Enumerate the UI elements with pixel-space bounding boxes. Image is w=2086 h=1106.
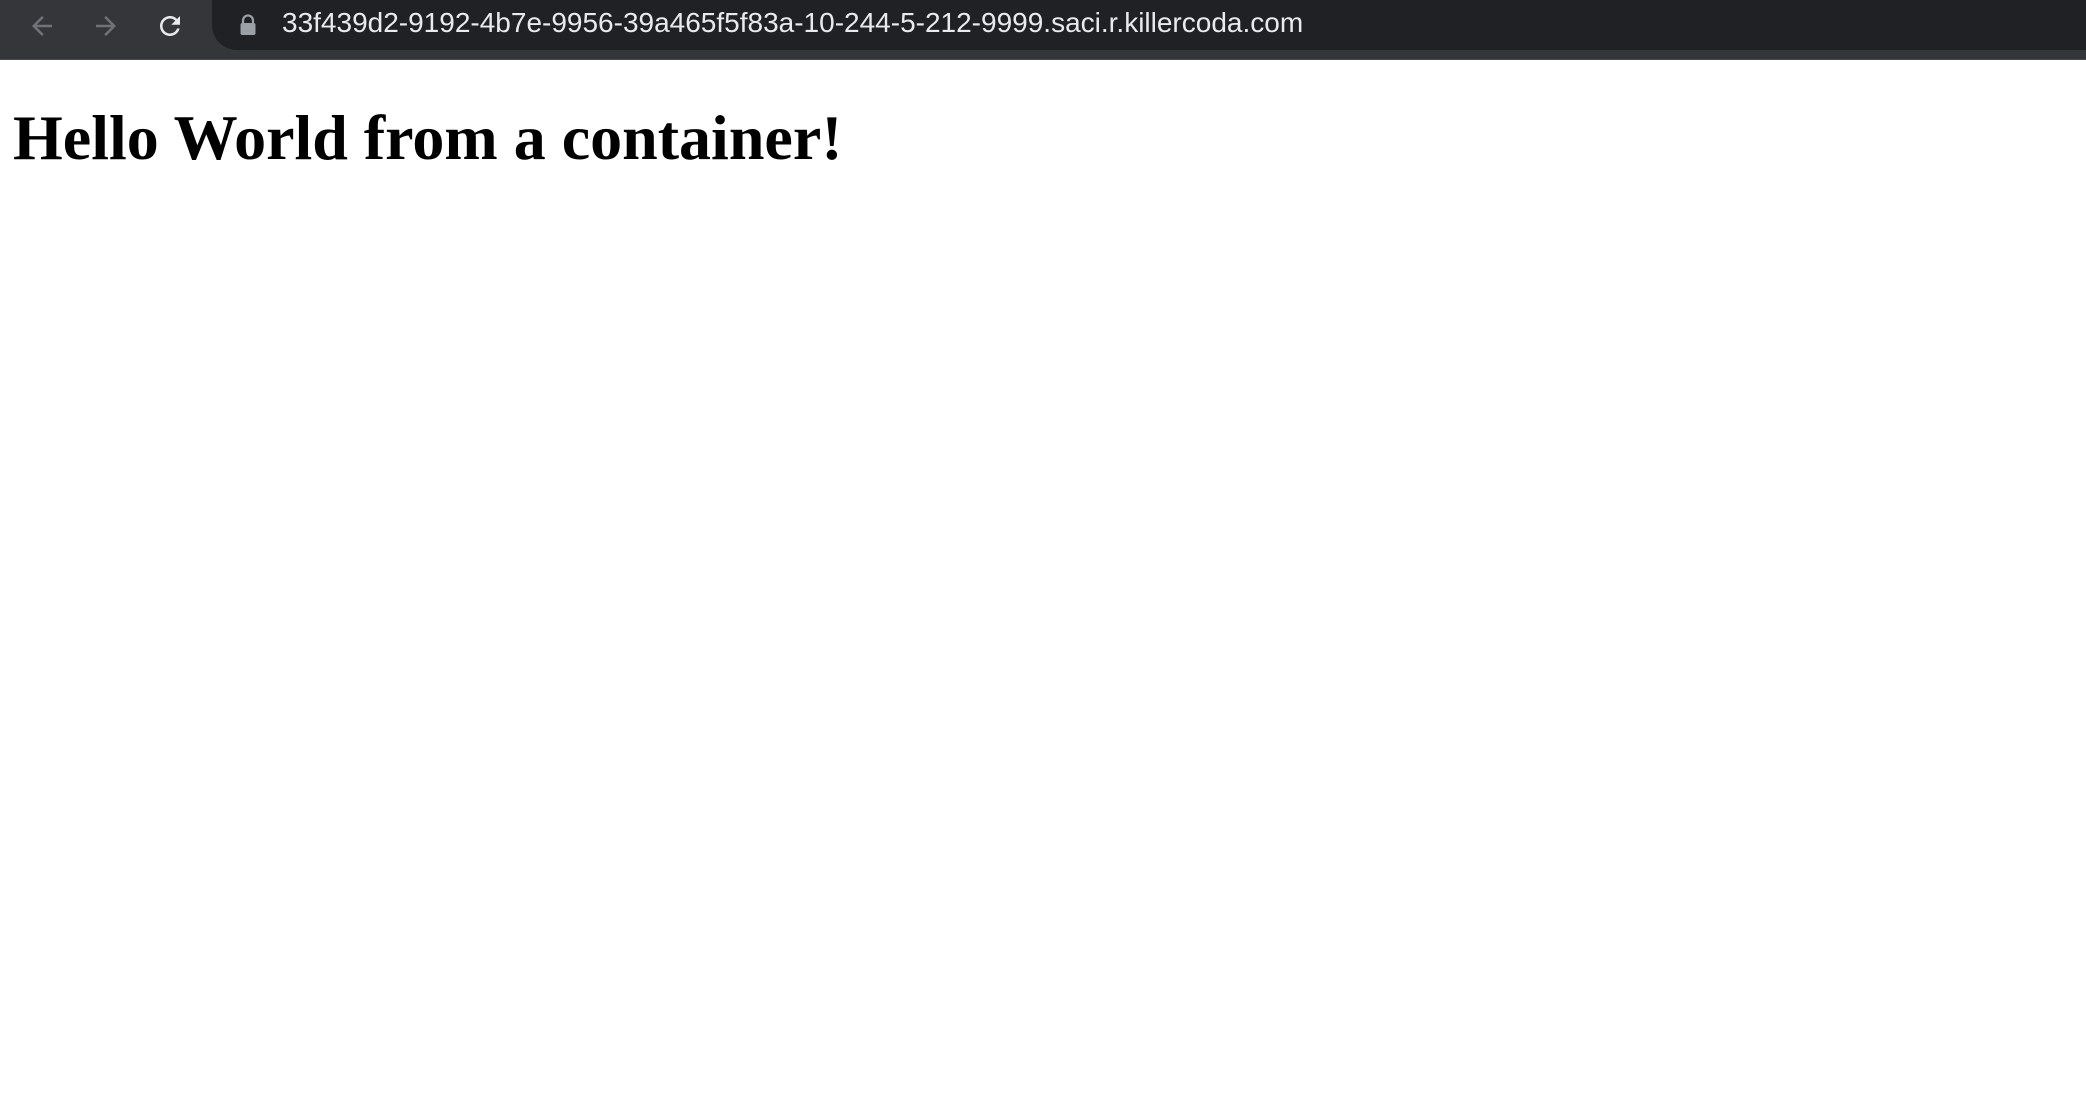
back-button[interactable] — [20, 4, 64, 48]
arrow-right-icon — [96, 16, 116, 36]
reload-icon — [160, 15, 180, 36]
forward-button[interactable] — [84, 4, 128, 48]
page-heading: Hello World from a container! — [13, 102, 843, 173]
address-bar[interactable]: 33f439d2-9192-4b7e-9956-39a465f5f83a-10-… — [212, 0, 2086, 50]
url-text[interactable]: 33f439d2-9192-4b7e-9956-39a465f5f83a-10-… — [282, 0, 1303, 46]
page-content: Hello World from a container! — [0, 60, 2086, 1106]
lock-icon[interactable] — [238, 14, 258, 36]
arrow-left-icon — [32, 16, 52, 36]
reload-button[interactable] — [148, 4, 192, 48]
browser-toolbar: 33f439d2-9192-4b7e-9956-39a465f5f83a-10-… — [0, 0, 2086, 60]
